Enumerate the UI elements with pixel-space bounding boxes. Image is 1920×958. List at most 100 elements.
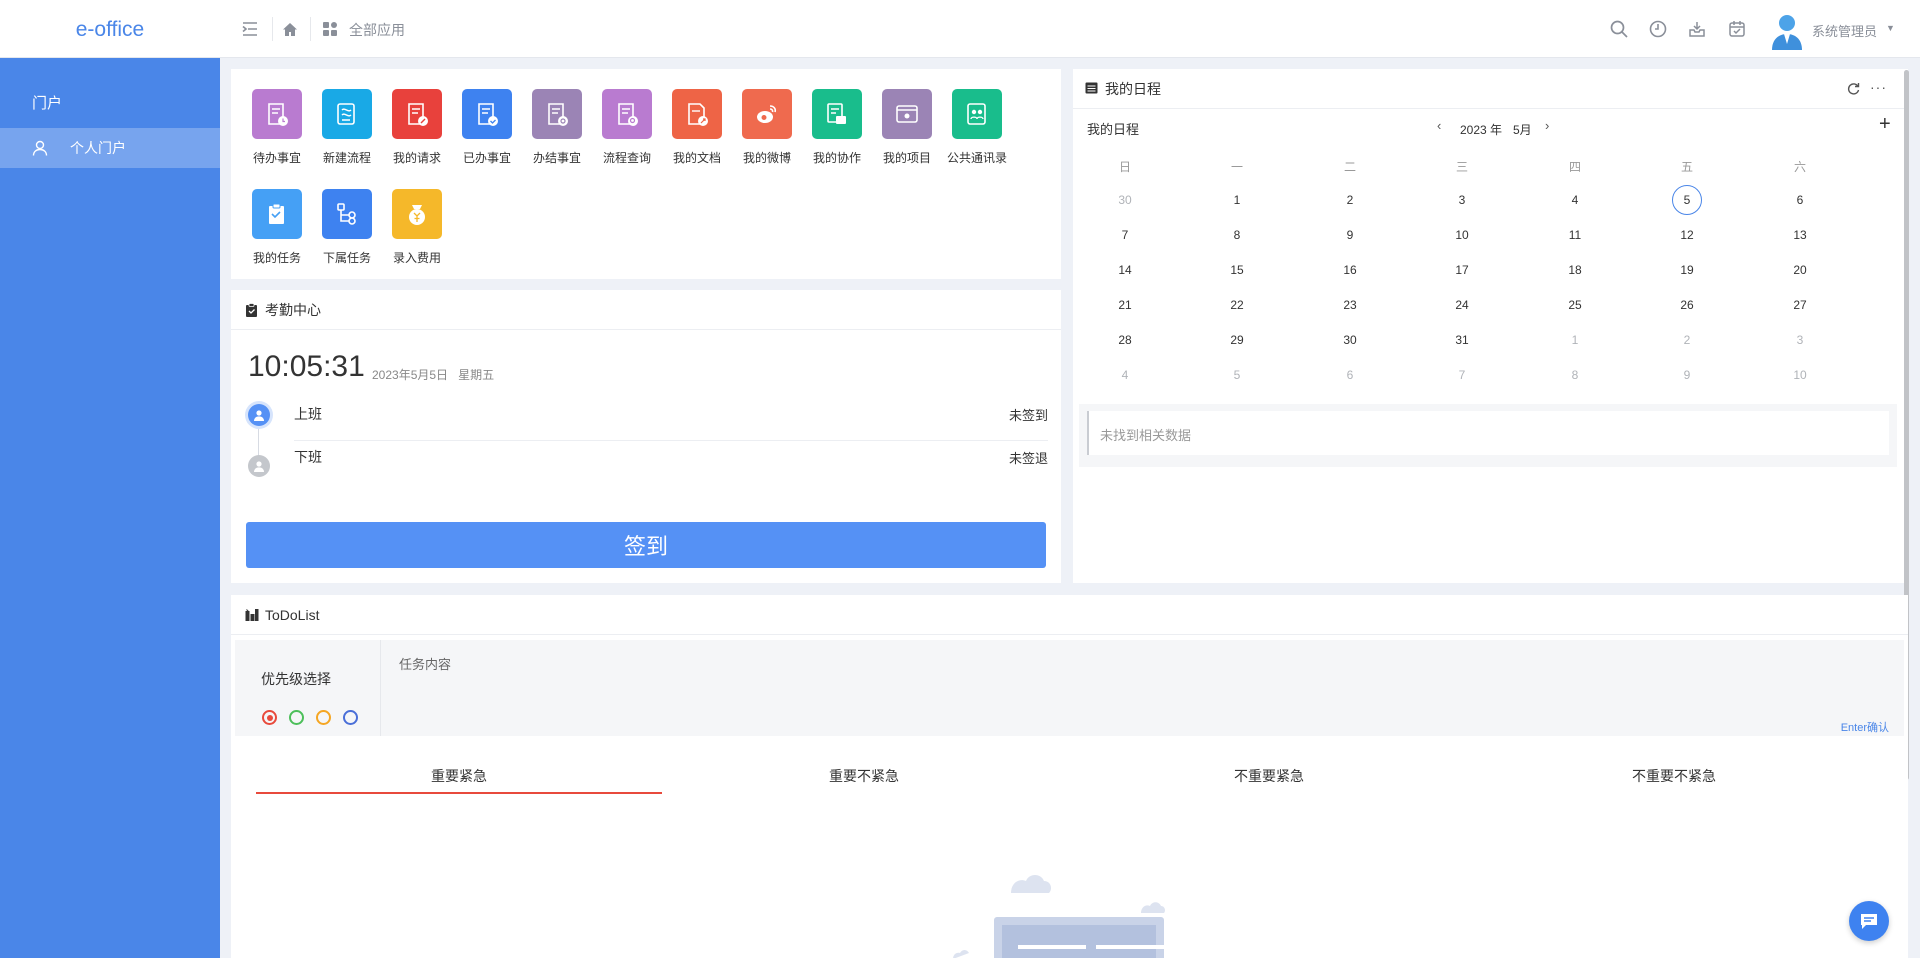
calendar-year[interactable]: 2023 年 (1460, 121, 1502, 138)
todo-doc-icon (252, 89, 302, 139)
task-icon (252, 189, 302, 239)
app-todo-doc[interactable]: 待办事宜 (242, 89, 312, 166)
user-name[interactable]: 系统管理员 (1812, 21, 1877, 40)
calendar-day[interactable]: 4 (1555, 193, 1595, 207)
app-flow-query[interactable]: 流程查询 (592, 89, 662, 166)
app-my-doc[interactable]: 我的文档 (662, 89, 732, 166)
chevron-down-icon[interactable]: ▼ (1886, 23, 1895, 33)
calendar-day[interactable]: 9 (1667, 368, 1707, 382)
task-content-input[interactable]: 任务内容 (399, 654, 451, 673)
clipboard-icon (245, 302, 259, 317)
calendar-day[interactable]: 8 (1217, 228, 1257, 242)
calendar-day[interactable]: 27 (1780, 298, 1820, 312)
calendar-day[interactable]: 10 (1442, 228, 1482, 242)
app-project[interactable]: 我的项目 (872, 89, 942, 166)
calendar-day[interactable]: 4 (1105, 368, 1145, 382)
calendar-day[interactable]: 12 (1667, 228, 1707, 242)
calendar-day[interactable]: 1 (1555, 333, 1595, 347)
calendar-day[interactable]: 5 (1217, 368, 1257, 382)
all-apps-icon[interactable] (320, 19, 340, 39)
priority-option[interactable] (316, 710, 331, 725)
tab-1[interactable]: 重要紧急 (256, 766, 662, 786)
calendar-day[interactable]: 15 (1217, 263, 1257, 277)
calendar-day[interactable]: 3 (1780, 333, 1820, 347)
calendar-day[interactable]: 19 (1667, 263, 1707, 277)
top-bar: e-office 全部应用 系统管理员 ▼ (0, 0, 1920, 58)
schedule-list-area: 未找到相关数据 (1079, 404, 1897, 467)
sign-in-button[interactable]: 签到 (246, 522, 1046, 568)
more-icon[interactable]: ··· (1870, 79, 1887, 95)
calendar-day[interactable]: 6 (1330, 368, 1370, 382)
prev-month-icon[interactable]: ‹ (1437, 118, 1441, 133)
app-done[interactable]: 已办事宜 (452, 89, 522, 166)
next-month-icon[interactable]: › (1545, 118, 1549, 133)
priority-option[interactable] (262, 710, 277, 725)
calendar-month[interactable]: 5月 (1513, 121, 1532, 138)
calendar-day[interactable]: 28 (1105, 333, 1145, 347)
schedule-subtitle: 我的日程 (1087, 122, 1140, 137)
app-finished[interactable]: 办结事宜 (522, 89, 592, 166)
app-weibo[interactable]: 我的微博 (732, 89, 802, 166)
calendar-day[interactable]: 6 (1780, 193, 1820, 207)
calendar-day[interactable]: 3 (1442, 193, 1482, 207)
tab-4[interactable]: 不重要不紧急 (1471, 766, 1877, 786)
add-schedule-icon[interactable]: + (1879, 114, 1891, 134)
calendar-day[interactable]: 2 (1330, 193, 1370, 207)
inbox-icon[interactable] (1687, 19, 1707, 39)
calendar-day[interactable]: 20 (1780, 263, 1820, 277)
calendar-day[interactable]: 22 (1217, 298, 1257, 312)
app-new-flow[interactable]: 新建流程 (312, 89, 382, 166)
avatar[interactable] (1769, 12, 1805, 50)
calendar-day[interactable]: 10 (1780, 368, 1820, 382)
search-icon[interactable] (1609, 19, 1629, 39)
app-label: 我的任务 (252, 251, 301, 265)
sidebar-item-personal-portal[interactable]: 个人门户 (0, 128, 220, 168)
calendar-day[interactable]: 7 (1105, 228, 1145, 242)
calendar-day[interactable]: 26 (1667, 298, 1707, 312)
all-apps-link[interactable]: 全部应用 (349, 20, 405, 40)
app-collab[interactable]: 我的协作 (802, 89, 872, 166)
calendar-day[interactable]: 30 (1330, 333, 1370, 347)
calendar-day[interactable]: 25 (1555, 298, 1595, 312)
calendar-day[interactable]: 29 (1217, 333, 1257, 347)
tab-3[interactable]: 不重要紧急 (1066, 766, 1472, 786)
calendar-day[interactable]: 13 (1780, 228, 1820, 242)
finished-icon (532, 89, 582, 139)
empty-text: 未找到相关数据 (1100, 428, 1192, 443)
chat-icon[interactable] (1849, 901, 1889, 941)
calendar-day[interactable]: 7 (1442, 368, 1482, 382)
calendar-day[interactable]: 2 (1667, 333, 1707, 347)
calendar-day[interactable]: 8 (1555, 368, 1595, 382)
logo[interactable]: e-office (0, 0, 220, 58)
calendar-day[interactable]: 11 (1555, 228, 1595, 242)
calendar-day[interactable]: 18 (1555, 263, 1595, 277)
calendar-day[interactable]: 16 (1330, 263, 1370, 277)
app-expense[interactable]: 录入费用 (382, 189, 452, 266)
priority-option[interactable] (343, 710, 358, 725)
calendar-day[interactable]: 23 (1330, 298, 1370, 312)
calendar-day[interactable]: 30 (1105, 193, 1145, 207)
calendar-day[interactable]: 17 (1442, 263, 1482, 277)
calendar-day[interactable]: 5 (1667, 193, 1707, 207)
calendar-day[interactable]: 21 (1105, 298, 1145, 312)
calendar-day[interactable]: 14 (1105, 263, 1145, 277)
app-sub-task[interactable]: 下属任务 (312, 189, 382, 266)
tab-2[interactable]: 重要不紧急 (661, 766, 1067, 786)
calendar-day[interactable]: 9 (1330, 228, 1370, 242)
menu-toggle-icon[interactable] (240, 19, 260, 39)
sidebar-section-title: 门户 (32, 95, 63, 112)
priority-option[interactable] (289, 710, 304, 725)
clock-icon[interactable] (1648, 19, 1668, 39)
calendar-day[interactable]: 24 (1442, 298, 1482, 312)
calendar-icon[interactable] (1727, 19, 1747, 39)
home-icon[interactable] (280, 19, 300, 39)
calendar-day[interactable]: 1 (1217, 193, 1257, 207)
app-my-request[interactable]: 我的请求 (382, 89, 452, 166)
my-doc-icon (672, 89, 722, 139)
app-label: 我的微博 (742, 151, 791, 165)
app-contacts[interactable]: 公共通讯录 (942, 89, 1012, 166)
user-icon (248, 455, 270, 477)
app-task[interactable]: 我的任务 (242, 189, 312, 266)
refresh-icon[interactable] (1847, 82, 1860, 95)
calendar-day[interactable]: 31 (1442, 333, 1482, 347)
